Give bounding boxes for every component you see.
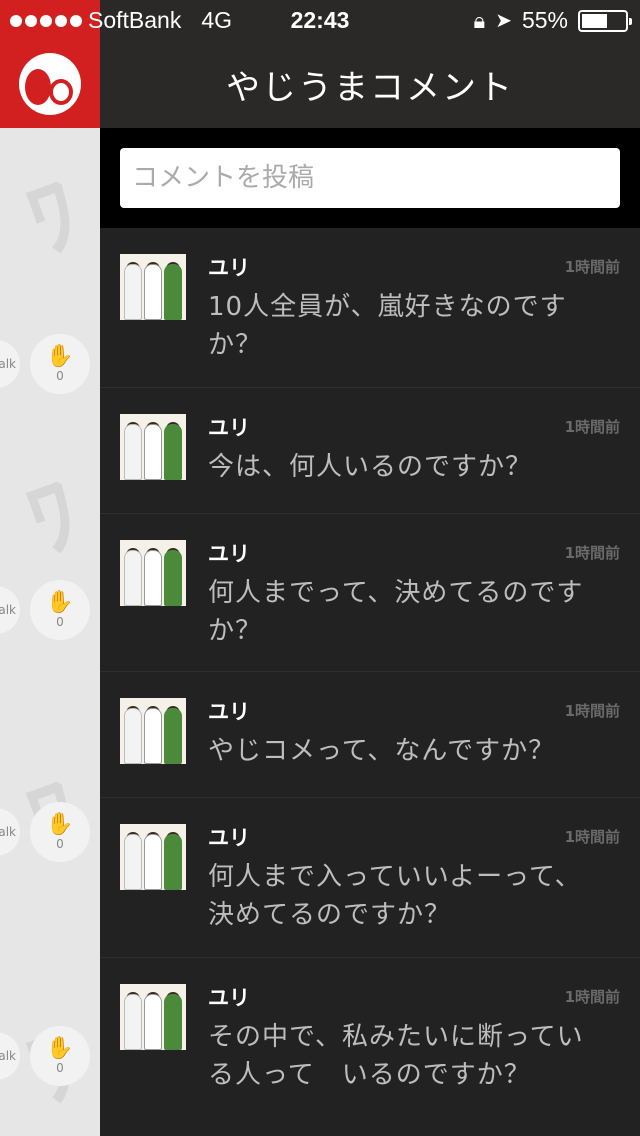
talk-button[interactable]: alk <box>0 340 20 388</box>
comment-timestamp: 1時間前 <box>564 258 620 276</box>
side-item: alk ✋ 0 <box>0 1026 100 1086</box>
status-bar: SoftBank 4G 22:43 🔒︎ ➤ 55% <box>0 0 640 40</box>
comment-timestamp: 1時間前 <box>564 828 620 846</box>
comment-username: ユリ <box>208 416 250 440</box>
comment-text: 10人全員が、嵐好きなのです か？ <box>208 288 608 364</box>
clap-icon: ✋ <box>46 344 74 369</box>
side-item: alk ✋ 0 <box>0 334 100 394</box>
rotation-lock-icon: 🔒︎ <box>473 7 486 33</box>
background-panel: ﾜ ﾜ ﾜ ﾜ alk ✋ 0 alk ✋ 0 alk ✋ 0 alk ✋ 0 <box>0 40 100 1136</box>
comment-input-bar <box>100 128 640 228</box>
comment-item[interactable]: ユリ 1時間前 10人全員が、嵐好きなのです か？ <box>100 228 640 388</box>
talk-button[interactable]: alk <box>0 1032 20 1080</box>
avatar[interactable] <box>120 414 186 480</box>
watermark-icon: ﾜ <box>14 161 93 276</box>
comment-text-line: その中で、私みたいに断ってい <box>208 1022 584 1052</box>
comment-username: ユリ <box>208 542 250 566</box>
comment-item[interactable]: ユリ 1時間前 何人までって、決めてるのです か？ <box>100 514 640 672</box>
clap-icon: ✋ <box>46 1036 74 1061</box>
comment-text-line: 何人までって、決めてるのです <box>208 578 584 608</box>
comment-timestamp: 1時間前 <box>564 988 620 1006</box>
comment-text-line: か？ <box>208 616 263 646</box>
battery-percent: 55% <box>521 7 568 33</box>
avatar[interactable] <box>120 824 186 890</box>
comment-text: 何人まで入っていいよーって、 決めてるのですか？ <box>208 858 608 934</box>
avatar[interactable] <box>120 540 186 606</box>
clap-icon: ✋ <box>46 590 74 615</box>
comment-text: 何人までって、決めてるのです か？ <box>208 574 608 650</box>
clap-button[interactable]: ✋ 0 <box>30 580 90 640</box>
clap-button[interactable]: ✋ 0 <box>30 802 90 862</box>
comment-item[interactable]: ユリ 1時間前 やじコメって、なんですか？ <box>100 672 640 798</box>
location-arrow-icon: ➤ <box>495 10 512 32</box>
battery-icon <box>578 9 632 32</box>
clap-count: 0 <box>56 837 64 851</box>
side-item: alk ✋ 0 <box>0 580 100 640</box>
comment-item[interactable]: ユリ 1時間前 何人まで入っていいよーって、 決めてるのですか？ <box>100 798 640 958</box>
watermark-icon: ﾜ <box>14 461 93 576</box>
clap-button[interactable]: ✋ 0 <box>30 334 90 394</box>
comment-text-line: 10人全員が、嵐好きなのです <box>208 292 567 322</box>
avatar[interactable] <box>120 254 186 320</box>
comment-username: ユリ <box>208 986 250 1010</box>
comment-text-line: 今は、何人いるのですか？ <box>208 452 533 482</box>
comment-timestamp: 1時間前 <box>564 544 620 562</box>
talk-button[interactable]: alk <box>0 808 20 856</box>
talk-button[interactable]: alk <box>0 586 20 634</box>
side-item: alk ✋ 0 <box>0 802 100 862</box>
comment-item[interactable]: ユリ 1時間前 今は、何人いるのですか？ <box>100 388 640 514</box>
comment-text-line: る人って いるのですか？ <box>208 1060 531 1090</box>
avatar[interactable] <box>120 984 186 1050</box>
comment-username: ユリ <box>208 826 250 850</box>
clap-count: 0 <box>56 1061 64 1075</box>
status-indicators: 🔒︎ ➤ 55% <box>473 7 632 34</box>
comment-text: 今は、何人いるのですか？ <box>208 448 608 486</box>
comment-text-line: 決めてるのですか？ <box>208 900 452 930</box>
clap-icon: ✋ <box>46 812 74 837</box>
comment-input[interactable] <box>120 148 620 208</box>
comment-timestamp: 1時間前 <box>564 418 620 436</box>
clap-count: 0 <box>56 369 64 383</box>
comment-text-line: か？ <box>208 330 263 360</box>
avatar[interactable] <box>120 698 186 764</box>
comment-text-line: やじコメって、なんですか？ <box>208 736 556 766</box>
clap-button[interactable]: ✋ 0 <box>30 1026 90 1086</box>
comment-text: その中で、私みたいに断ってい る人って いるのですか？ <box>208 1018 608 1094</box>
page-title: やじうまコメント <box>100 40 640 128</box>
comment-list: ユリ 1時間前 10人全員が、嵐好きなのです か？ ユリ 1時間前 今は、何人い… <box>100 228 640 1136</box>
comment-item[interactable]: ユリ 1時間前 その中で、私みたいに断ってい る人って いるのですか？ <box>100 958 640 1128</box>
logo-icon <box>19 53 81 115</box>
comment-timestamp: 1時間前 <box>564 702 620 720</box>
comment-text: やじコメって、なんですか？ <box>208 732 608 770</box>
comment-username: ユリ <box>208 256 250 280</box>
comment-text-line: 何人まで入っていいよーって、 <box>208 862 582 892</box>
comment-username: ユリ <box>208 700 250 724</box>
clap-count: 0 <box>56 615 64 629</box>
app-logo-button[interactable] <box>0 40 100 128</box>
